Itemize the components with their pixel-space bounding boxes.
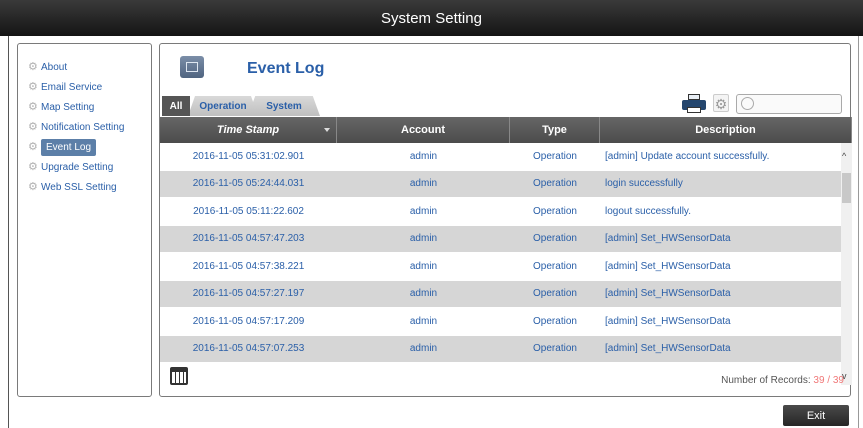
cell-timestamp: 2016-11-05 04:57:38.221 <box>192 260 305 272</box>
sidebar-item-label: Email Service <box>41 81 103 93</box>
sort-down-icon[interactable] <box>324 128 330 132</box>
event-log-icon <box>180 56 204 78</box>
cell-description: [admin] Update account successfully. <box>605 150 770 162</box>
record-count: Number of Records: 39 / 39 <box>721 375 844 386</box>
page-title: Event Log <box>247 60 325 77</box>
cell-description: login successfully <box>605 178 683 190</box>
cell-timestamp: 2016-11-05 05:11:22.602 <box>193 205 304 217</box>
sidebar-item-upgrade-setting[interactable]: ⚙ Upgrade Setting <box>28 157 151 177</box>
system-setting-window: System Setting ⚙ About ⚙ Email Service ⚙… <box>0 0 863 428</box>
cell-description: [admin] Set_HWSensorData <box>605 315 731 327</box>
vertical-scrollbar[interactable]: ^ v <box>841 143 852 385</box>
gear-icon: ⚙ <box>28 141 38 153</box>
table-header: Time Stamp Account Type Description <box>160 117 852 143</box>
cell-description: [admin] Set_HWSensorData <box>605 260 731 272</box>
cell-type: Operation <box>533 150 577 162</box>
window-right-edge <box>858 36 859 428</box>
sidebar-item-label: Notification Setting <box>41 121 125 133</box>
cell-account: admin <box>409 343 438 355</box>
cell-description: logout successfully. <box>605 205 691 217</box>
table-row[interactable]: 2016-11-05 05:24:44.031 admin Operation … <box>160 170 852 198</box>
cell-account: admin <box>409 178 438 190</box>
cell-type: Operation <box>533 288 577 300</box>
window-titlebar: System Setting <box>0 0 863 36</box>
column-header-timestamp[interactable]: Time Stamp <box>160 117 337 143</box>
cell-type: Operation <box>533 260 577 272</box>
search-box[interactable] <box>736 94 842 114</box>
table-row[interactable]: 2016-11-05 04:57:27.197 admin Operation … <box>160 280 852 308</box>
exit-button[interactable]: Exit <box>783 405 849 426</box>
filter-icon[interactable]: ⚙ <box>713 94 729 112</box>
column-header-description[interactable]: Description <box>600 117 852 143</box>
cell-type: Operation <box>533 178 577 190</box>
printer-icon[interactable] <box>682 94 706 114</box>
sidebar-item-label: Web SSL Setting <box>41 181 117 193</box>
cell-description: [admin] Set_HWSensorData <box>605 343 731 355</box>
cell-account: admin <box>409 260 438 272</box>
search-input[interactable] <box>757 96 839 112</box>
cell-timestamp: 2016-11-05 04:57:27.197 <box>192 288 305 300</box>
column-header-label: Account <box>401 124 445 136</box>
tab-operation[interactable]: Operation <box>188 96 258 116</box>
cell-timestamp: 2016-11-05 05:31:02.901 <box>192 150 305 162</box>
event-log-table: Time Stamp Account Type Description 2016… <box>160 117 852 385</box>
cell-timestamp: 2016-11-05 04:57:47.203 <box>192 233 305 245</box>
sidebar-item-label: Map Setting <box>41 101 95 113</box>
records-count: 39 / 39 <box>813 375 844 386</box>
gear-icon: ⚙ <box>28 101 38 113</box>
sidebar-item-label: Upgrade Setting <box>41 161 114 173</box>
sidebar-item-email-service[interactable]: ⚙ Email Service <box>28 77 151 97</box>
cell-timestamp: 2016-11-05 04:57:07.253 <box>192 343 305 355</box>
tab-system[interactable]: System <box>248 96 320 116</box>
sidebar-item-web-ssl-setting[interactable]: ⚙ Web SSL Setting <box>28 177 151 197</box>
gear-icon: ⚙ <box>28 61 38 73</box>
scroll-up-icon[interactable]: ^ <box>842 151 846 161</box>
table-row[interactable]: 2016-11-05 04:57:07.253 admin Operation … <box>160 335 852 363</box>
cell-type: Operation <box>533 233 577 245</box>
event-log-panel: Event Log Operation System All ⚙ Time St… <box>159 43 852 397</box>
sidebar-item-event-log[interactable]: ⚙ Event Log <box>28 137 151 157</box>
gear-icon: ⚙ <box>28 161 38 173</box>
gear-icon: ⚙ <box>28 81 38 93</box>
table-row[interactable]: 2016-11-05 04:57:38.221 admin Operation … <box>160 253 852 281</box>
column-header-account[interactable]: Account <box>337 117 510 143</box>
cell-account: admin <box>409 315 438 327</box>
column-header-label: Description <box>695 124 756 136</box>
table-row[interactable]: 2016-11-05 05:31:02.901 admin Operation … <box>160 143 852 171</box>
cell-type: Operation <box>533 343 577 355</box>
column-header-type[interactable]: Type <box>510 117 600 143</box>
cell-description: [admin] Set_HWSensorData <box>605 233 731 245</box>
cell-account: admin <box>409 233 438 245</box>
sidebar-item-about[interactable]: ⚙ About <box>28 57 151 77</box>
table-row[interactable]: 2016-11-05 04:57:17.209 admin Operation … <box>160 308 852 336</box>
cell-account: admin <box>409 288 438 300</box>
column-header-label: Type <box>542 124 567 136</box>
tab-all[interactable]: All <box>162 96 190 116</box>
cell-timestamp: 2016-11-05 04:57:17.209 <box>192 315 305 327</box>
records-label: Number of Records: <box>721 375 811 386</box>
calendar-icon[interactable] <box>170 367 188 385</box>
column-header-label: Time Stamp <box>216 124 280 136</box>
window-title: System Setting <box>381 9 482 27</box>
search-icon <box>741 97 754 110</box>
gear-icon: ⚙ <box>28 121 38 133</box>
cell-account: admin <box>409 205 438 217</box>
cell-account: admin <box>409 150 438 162</box>
gear-icon: ⚙ <box>28 181 38 193</box>
cell-type: Operation <box>533 315 577 327</box>
sidebar-item-map-setting[interactable]: ⚙ Map Setting <box>28 97 151 117</box>
sidebar-item-label: Event Log <box>41 138 97 156</box>
table-row[interactable]: 2016-11-05 04:57:47.203 admin Operation … <box>160 225 852 253</box>
cell-description: [admin] Set_HWSensorData <box>605 288 731 300</box>
table-body: 2016-11-05 05:31:02.901 admin Operation … <box>160 143 852 385</box>
scrollbar-thumb[interactable] <box>842 173 851 203</box>
cell-type: Operation <box>533 205 577 217</box>
window-left-edge <box>8 36 9 428</box>
cell-timestamp: 2016-11-05 05:24:44.031 <box>192 178 305 190</box>
table-row[interactable]: 2016-11-05 05:11:22.602 admin Operation … <box>160 198 852 226</box>
sidebar-item-label: About <box>41 61 68 73</box>
settings-sidebar: ⚙ About ⚙ Email Service ⚙ Map Setting ⚙ … <box>17 43 152 397</box>
sidebar-item-notification-setting[interactable]: ⚙ Notification Setting <box>28 117 151 137</box>
